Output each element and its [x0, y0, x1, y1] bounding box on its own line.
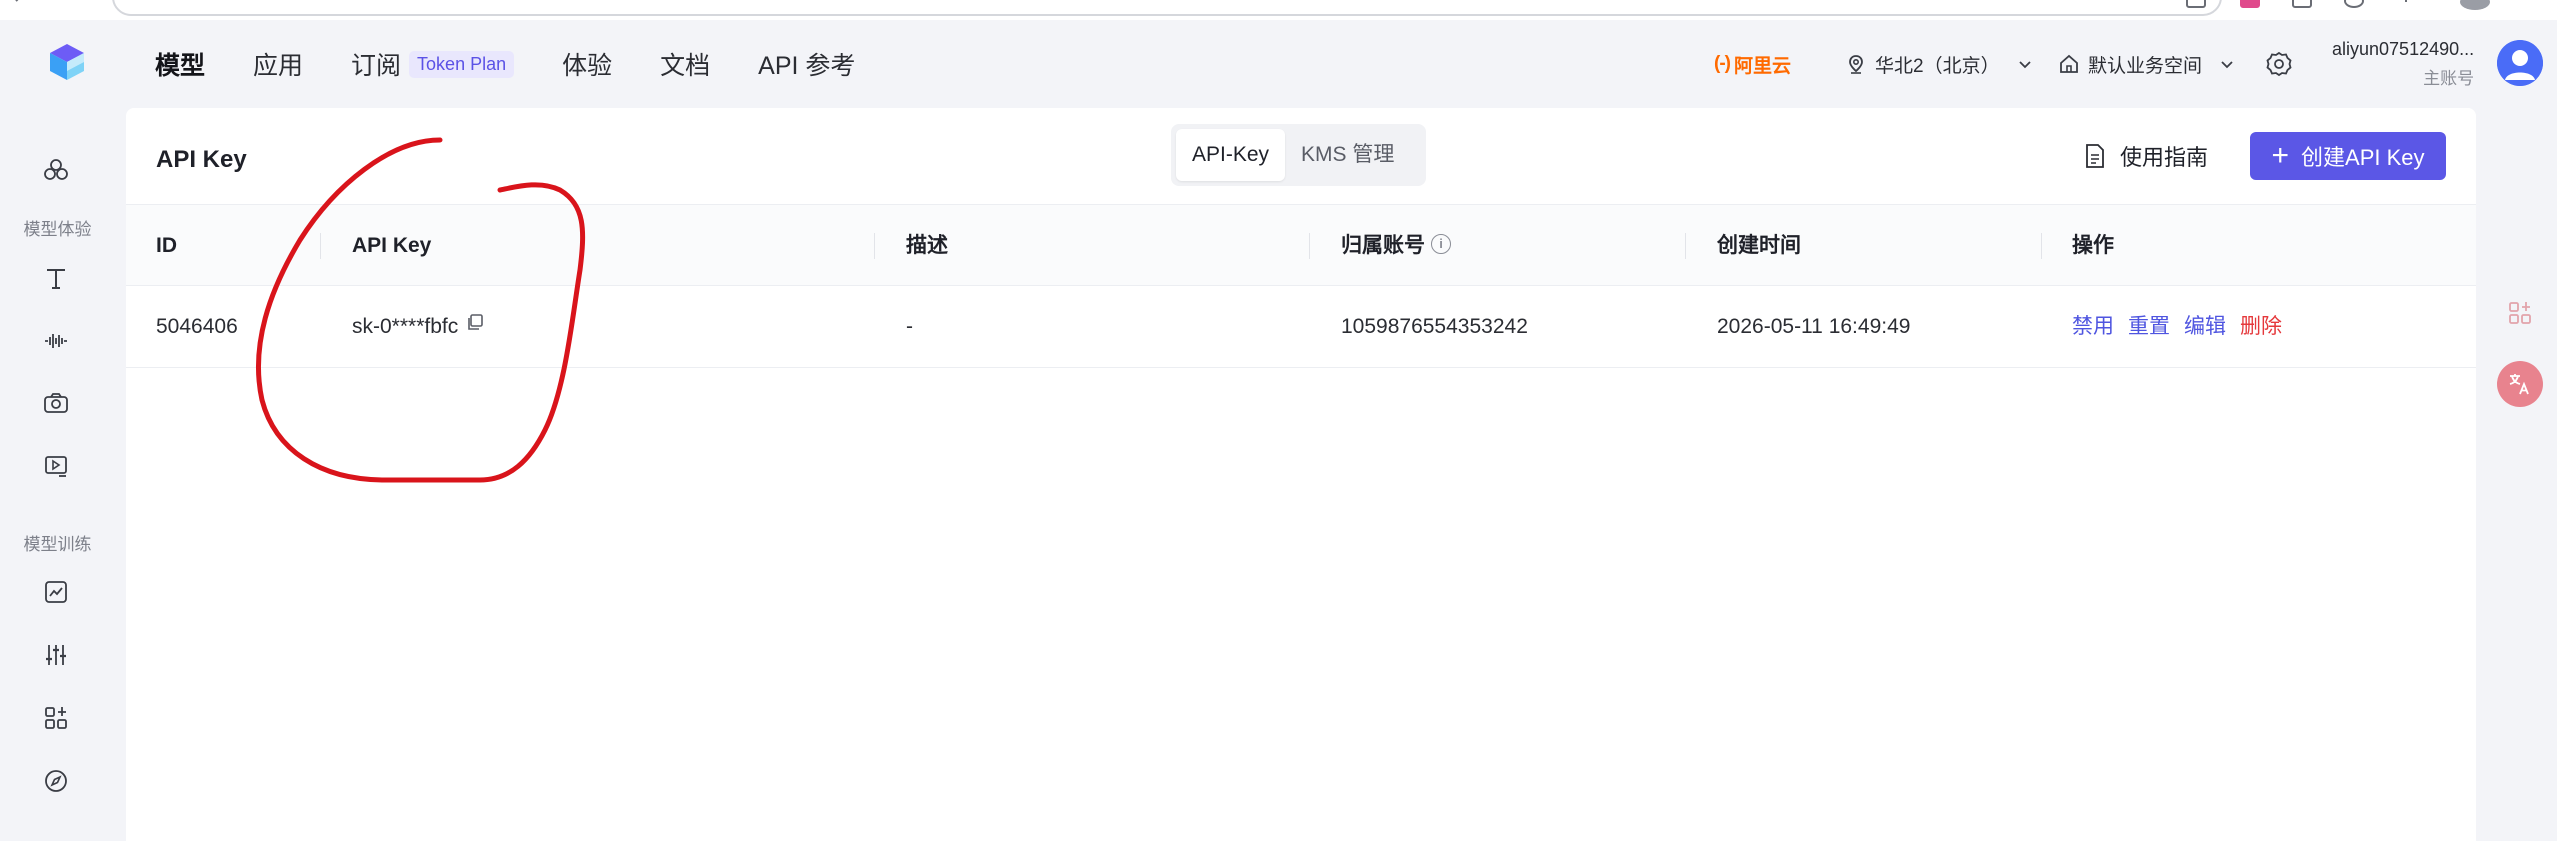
col-created: 创建时间 — [1717, 234, 1801, 257]
nav-experience[interactable]: 体验 — [562, 46, 612, 82]
translate-button[interactable] — [2497, 361, 2543, 407]
translate-icon — [2509, 374, 2529, 395]
col-api-key: API Key — [352, 234, 432, 257]
tab-api-key[interactable]: API-Key — [1176, 129, 1286, 181]
usage-guide-link[interactable]: 使用指南 — [2084, 136, 2208, 176]
download-icon[interactable] — [2396, 0, 2416, 8]
top-header: 模型 应用 订阅 Token Plan 体验 文档 API 参考 (-) 阿里云… — [0, 20, 2557, 108]
nav-models[interactable]: 模型 — [155, 46, 205, 82]
bookmark-icon[interactable] — [2186, 0, 2206, 8]
location-icon — [1849, 55, 1863, 74]
cell-api-key: sk-0****fbfc — [352, 286, 484, 368]
sidebar-section-training: 模型训练 — [23, 535, 92, 554]
account-name: aliyun07512490... — [2332, 39, 2475, 59]
account-role: 主账号 — [2423, 69, 2475, 88]
address-bar[interactable] — [112, 0, 2222, 16]
bailian-logo[interactable] — [48, 42, 86, 82]
column-divider — [1685, 233, 1686, 259]
extension-icon[interactable] — [2240, 0, 2260, 8]
back-icon[interactable] — [10, 0, 30, 8]
app-shell: 模型 应用 订阅 Token Plan 体验 文档 API 参考 (-) 阿里云… — [0, 20, 2557, 841]
cell-created: 2026-05-11 16:49:49 — [1717, 315, 1911, 338]
reload-icon[interactable] — [62, 0, 82, 8]
video-icon[interactable] — [41, 451, 71, 481]
compass-icon[interactable] — [41, 766, 71, 796]
create-api-key-button[interactable]: + 创建API Key — [2250, 132, 2446, 180]
region-label: 华北2（北京） — [1875, 55, 2000, 77]
aliyun-brand[interactable]: (-) 阿里云 — [1714, 20, 1791, 108]
sliders-icon[interactable] — [41, 640, 71, 670]
column-divider — [1309, 233, 1310, 259]
api-key-value: sk-0****fbfc — [352, 315, 459, 338]
settings-button[interactable] — [2266, 20, 2292, 108]
models-icon[interactable] — [41, 155, 71, 185]
column-divider — [320, 233, 321, 259]
apps-add-icon — [2509, 302, 2531, 324]
document-icon — [2086, 144, 2104, 168]
api-key-table: ID API Key 描述 归属账号 i 创建时间 操作 5046406 sk-0… — [126, 204, 2476, 368]
workspace-selector[interactable]: 默认业务空间 — [2058, 20, 2236, 108]
cell-description: - — [906, 315, 913, 338]
create-api-key-label: 创建API Key — [2301, 145, 2425, 170]
profile-icon[interactable] — [2460, 0, 2490, 10]
aliyun-logo-icon: (-) — [1714, 53, 1731, 74]
col-account: 归属账号 i — [1341, 205, 1451, 287]
apps-icon[interactable] — [41, 703, 71, 733]
chart-icon[interactable] — [41, 577, 71, 607]
camera-icon[interactable] — [41, 388, 71, 418]
info-icon[interactable]: i — [1431, 234, 1451, 255]
workspace-label: 默认业务空间 — [2088, 55, 2203, 77]
table-row: 5046406 sk-0****fbfc - 1059876554353242 … — [126, 286, 2476, 368]
col-actions: 操作 — [2072, 234, 2114, 257]
disable-button[interactable]: 禁用 — [2072, 315, 2114, 338]
nav-apps[interactable]: 应用 — [253, 46, 303, 82]
api-key-panel: API Key API-Key KMS 管理 使用指南 + 创建API Key … — [126, 108, 2476, 841]
plus-icon: + — [2271, 139, 2290, 172]
cell-id: 5046406 — [156, 315, 238, 338]
col-description: 描述 — [906, 234, 948, 257]
gear-icon — [2266, 51, 2292, 77]
quick-apps-button[interactable] — [2497, 290, 2543, 336]
delete-button[interactable]: 删除 — [2240, 315, 2282, 338]
sidebar: 模型体验 模型训练 — [0, 108, 115, 841]
tab-switcher: API-Key KMS 管理 — [1171, 124, 1426, 186]
edit-button[interactable]: 编辑 — [2184, 315, 2226, 338]
cell-actions: 禁用 重置 编辑 删除 — [2072, 286, 2296, 368]
nav-docs[interactable]: 文档 — [660, 46, 710, 82]
cell-account: 1059876554353242 — [1341, 315, 1528, 338]
audio-wave-icon[interactable] — [41, 326, 71, 356]
tab-icon[interactable] — [2292, 0, 2312, 8]
extensions-icon[interactable] — [2344, 0, 2364, 8]
col-account-label: 归属账号 — [1341, 234, 1425, 257]
token-plan-badge: Token Plan — [409, 50, 515, 78]
table-header: ID API Key 描述 归属账号 i 创建时间 操作 — [126, 204, 2476, 286]
col-id: ID — [156, 234, 177, 257]
home-icon — [2060, 54, 2078, 73]
text-icon[interactable] — [41, 263, 71, 293]
chevron-down-icon — [2221, 61, 2233, 69]
reset-button[interactable]: 重置 — [2128, 315, 2170, 338]
column-divider — [874, 233, 875, 259]
chevron-down-icon — [2018, 61, 2031, 69]
top-nav: 模型 应用 订阅 Token Plan 体验 文档 API 参考 — [155, 46, 903, 82]
nav-api-reference[interactable]: API 参考 — [758, 46, 855, 82]
sidebar-section-experience: 模型体验 — [23, 220, 92, 239]
column-divider — [2041, 233, 2042, 259]
page-title: API Key — [156, 146, 247, 173]
browser-toolbar — [0, 0, 2557, 20]
tab-kms[interactable]: KMS 管理 — [1285, 129, 1410, 181]
usage-guide-label: 使用指南 — [2120, 145, 2209, 170]
avatar[interactable] — [2497, 40, 2543, 86]
aliyun-brand-label: 阿里云 — [1733, 55, 1791, 77]
nav-subscription[interactable]: 订阅 Token Plan — [351, 46, 515, 82]
account-info[interactable]: aliyun07512490... 主账号 — [2332, 20, 2474, 108]
copy-icon[interactable] — [466, 284, 484, 366]
region-selector[interactable]: 华北2（北京） — [1845, 20, 2034, 108]
